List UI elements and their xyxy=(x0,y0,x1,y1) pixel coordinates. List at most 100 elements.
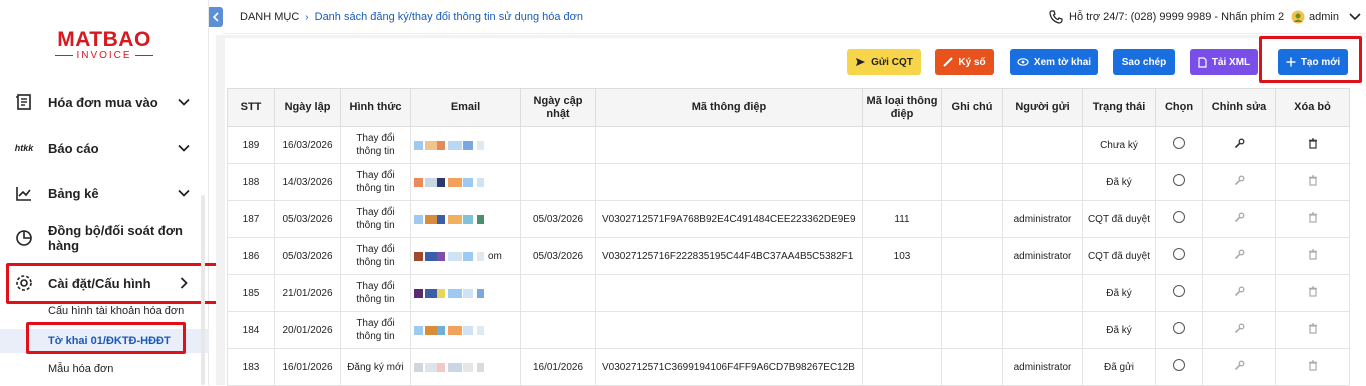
view-declaration-button[interactable]: Xem tờ khai xyxy=(1010,49,1098,75)
col-header-sender[interactable]: Người gửi xyxy=(1002,88,1083,127)
select-radio[interactable] xyxy=(1173,322,1185,334)
create-new-button[interactable]: Tạo mới xyxy=(1278,49,1348,75)
cell-select xyxy=(1155,126,1203,164)
select-radio[interactable] xyxy=(1173,174,1185,186)
cell-select xyxy=(1155,311,1203,349)
sidebar-item-settings[interactable]: Cài đặt/Cấu hình xyxy=(0,263,209,303)
sidebar-item-reports[interactable]: htkk Báo cáo xyxy=(0,128,209,168)
cell-email: om xyxy=(410,237,521,275)
cell-sender: administrator xyxy=(1002,200,1083,238)
select-radio[interactable] xyxy=(1173,248,1185,260)
table-header-row: STT Ngày lập Hình thức Email Ngày cập nh… xyxy=(227,88,1350,127)
collapse-sidebar-button[interactable] xyxy=(209,7,223,27)
sidebar-item-purchase-invoices[interactable]: Hóa đơn mua vào xyxy=(0,82,209,122)
col-header-note[interactable]: Ghi chú xyxy=(941,88,1003,127)
cell-delete xyxy=(1275,126,1350,164)
sidebar-item-statements[interactable]: Bảng kê xyxy=(0,173,209,213)
support-hotline[interactable]: Hỗ trợ 24/7: (028) 9999 9989 - Nhấn phím… xyxy=(1049,10,1284,24)
cell-delete xyxy=(1275,237,1350,275)
cell-edit xyxy=(1202,200,1276,238)
breadcrumb-root[interactable]: DANH MỤC xyxy=(240,11,299,23)
cell-sender xyxy=(1002,163,1083,201)
cell-note xyxy=(941,274,1003,312)
table-row[interactable]: 189 16/03/2026 Thay đổi thông tin Chưa k… xyxy=(227,126,1350,164)
table-row[interactable]: 186 05/03/2026 Thay đổi thông tin om 05/… xyxy=(227,237,1350,275)
user-menu[interactable]: admin xyxy=(1291,10,1361,24)
sidebar-item-sync[interactable]: Đồng bộ/đối soát đơn hàng xyxy=(0,218,209,258)
sidebar-subitem-account-config[interactable]: Cấu hình tài khoản hóa đơn xyxy=(0,299,209,323)
redacted-email xyxy=(414,288,517,298)
send-cqt-button[interactable]: Gửi CQT xyxy=(847,49,921,75)
col-header-delete: Xóa bỏ xyxy=(1275,88,1350,127)
sidebar-scrollbar[interactable] xyxy=(201,195,205,385)
cell-edit xyxy=(1202,126,1276,164)
trash-icon[interactable] xyxy=(1308,285,1318,297)
col-header-email[interactable]: Email xyxy=(410,88,521,127)
cell-msg-type xyxy=(862,348,942,386)
select-radio[interactable] xyxy=(1173,137,1185,149)
cell-select xyxy=(1155,200,1203,238)
cell-type: Thay đổi thông tin xyxy=(340,126,411,164)
select-radio[interactable] xyxy=(1173,359,1185,371)
wrench-icon[interactable] xyxy=(1234,175,1245,186)
table-row[interactable]: 188 14/03/2026 Thay đổi thông tin Đã ký xyxy=(227,163,1350,201)
cell-msg xyxy=(595,163,863,201)
trash-icon[interactable] xyxy=(1308,137,1318,149)
cell-msg xyxy=(595,311,863,349)
cell-status: CQT đã duyệt xyxy=(1082,237,1156,275)
eye-icon xyxy=(1017,58,1029,66)
sign-button[interactable]: Ký số xyxy=(935,49,994,75)
declarations-table: STT Ngày lập Hình thức Email Ngày cập nh… xyxy=(227,88,1350,386)
cell-date: 14/03/2026 xyxy=(274,163,341,201)
wrench-icon[interactable] xyxy=(1234,138,1245,149)
wrench-icon[interactable] xyxy=(1234,323,1245,334)
download-xml-button[interactable]: Tải XML xyxy=(1190,49,1258,75)
col-header-msg-type[interactable]: Mã loại thông điệp xyxy=(862,88,942,127)
table-row[interactable]: 187 05/03/2026 Thay đổi thông tin 05/03/… xyxy=(227,200,1350,238)
chevron-down-icon xyxy=(1349,13,1361,21)
matbao-logo[interactable]: MATBAO INVOICE xyxy=(48,29,160,66)
cell-stt: 187 xyxy=(227,200,275,238)
col-header-status[interactable]: Trạng thái xyxy=(1082,88,1156,127)
wrench-icon[interactable] xyxy=(1234,360,1245,371)
wrench-icon[interactable] xyxy=(1234,212,1245,223)
col-header-msg[interactable]: Mã thông điệp xyxy=(595,88,863,127)
cell-edit xyxy=(1202,274,1276,312)
table-row[interactable]: 184 20/01/2026 Thay đổi thông tin Đã ký xyxy=(227,311,1350,349)
cell-type: Thay đổi thông tin xyxy=(340,237,411,275)
cell-edit xyxy=(1202,348,1276,386)
trash-icon[interactable] xyxy=(1308,359,1318,371)
send-icon xyxy=(856,58,866,66)
trash-icon[interactable] xyxy=(1308,322,1318,334)
copy-button[interactable]: Sao chép xyxy=(1113,49,1175,75)
trash-icon[interactable] xyxy=(1308,174,1318,186)
cell-sender: administrator xyxy=(1002,237,1083,275)
cell-msg-type xyxy=(862,163,942,201)
trash-icon[interactable] xyxy=(1308,248,1318,260)
cell-status: Đã ký xyxy=(1082,311,1156,349)
redacted-email xyxy=(414,325,517,335)
chevron-right-icon xyxy=(180,277,188,289)
sidebar-subitem-invoice-templates[interactable]: Mẫu hóa đơn xyxy=(0,357,209,381)
pen-icon xyxy=(943,57,954,67)
table-row[interactable]: 183 16/01/2026 Đăng ký mới 16/01/2026 V0… xyxy=(227,348,1350,386)
breadcrumb-current[interactable]: Danh sách đăng ký/thay đổi thông tin sử … xyxy=(315,11,583,23)
col-header-updated[interactable]: Ngày cập nhật xyxy=(520,88,596,127)
cell-note xyxy=(941,126,1003,164)
redacted-email xyxy=(414,177,517,187)
sidebar-subitem-declaration[interactable]: Tờ khai 01/ĐKTĐ-HĐĐT xyxy=(0,329,209,353)
cell-status: CQT đã duyệt xyxy=(1082,200,1156,238)
cell-email xyxy=(410,274,521,312)
breadcrumb: DANH MỤC › Danh sách đăng ký/thay đổi th… xyxy=(240,11,583,23)
table-row[interactable]: 185 21/01/2026 Thay đổi thông tin Đã ký xyxy=(227,274,1350,312)
col-header-stt[interactable]: STT xyxy=(227,88,275,127)
select-radio[interactable] xyxy=(1173,211,1185,223)
wrench-icon[interactable] xyxy=(1234,286,1245,297)
col-header-type[interactable]: Hình thức xyxy=(340,88,411,127)
col-header-date[interactable]: Ngày lập xyxy=(274,88,341,127)
trash-icon[interactable] xyxy=(1308,211,1318,223)
wrench-icon[interactable] xyxy=(1234,249,1245,260)
cell-delete xyxy=(1275,274,1350,312)
select-radio[interactable] xyxy=(1173,285,1185,297)
cell-delete xyxy=(1275,163,1350,201)
